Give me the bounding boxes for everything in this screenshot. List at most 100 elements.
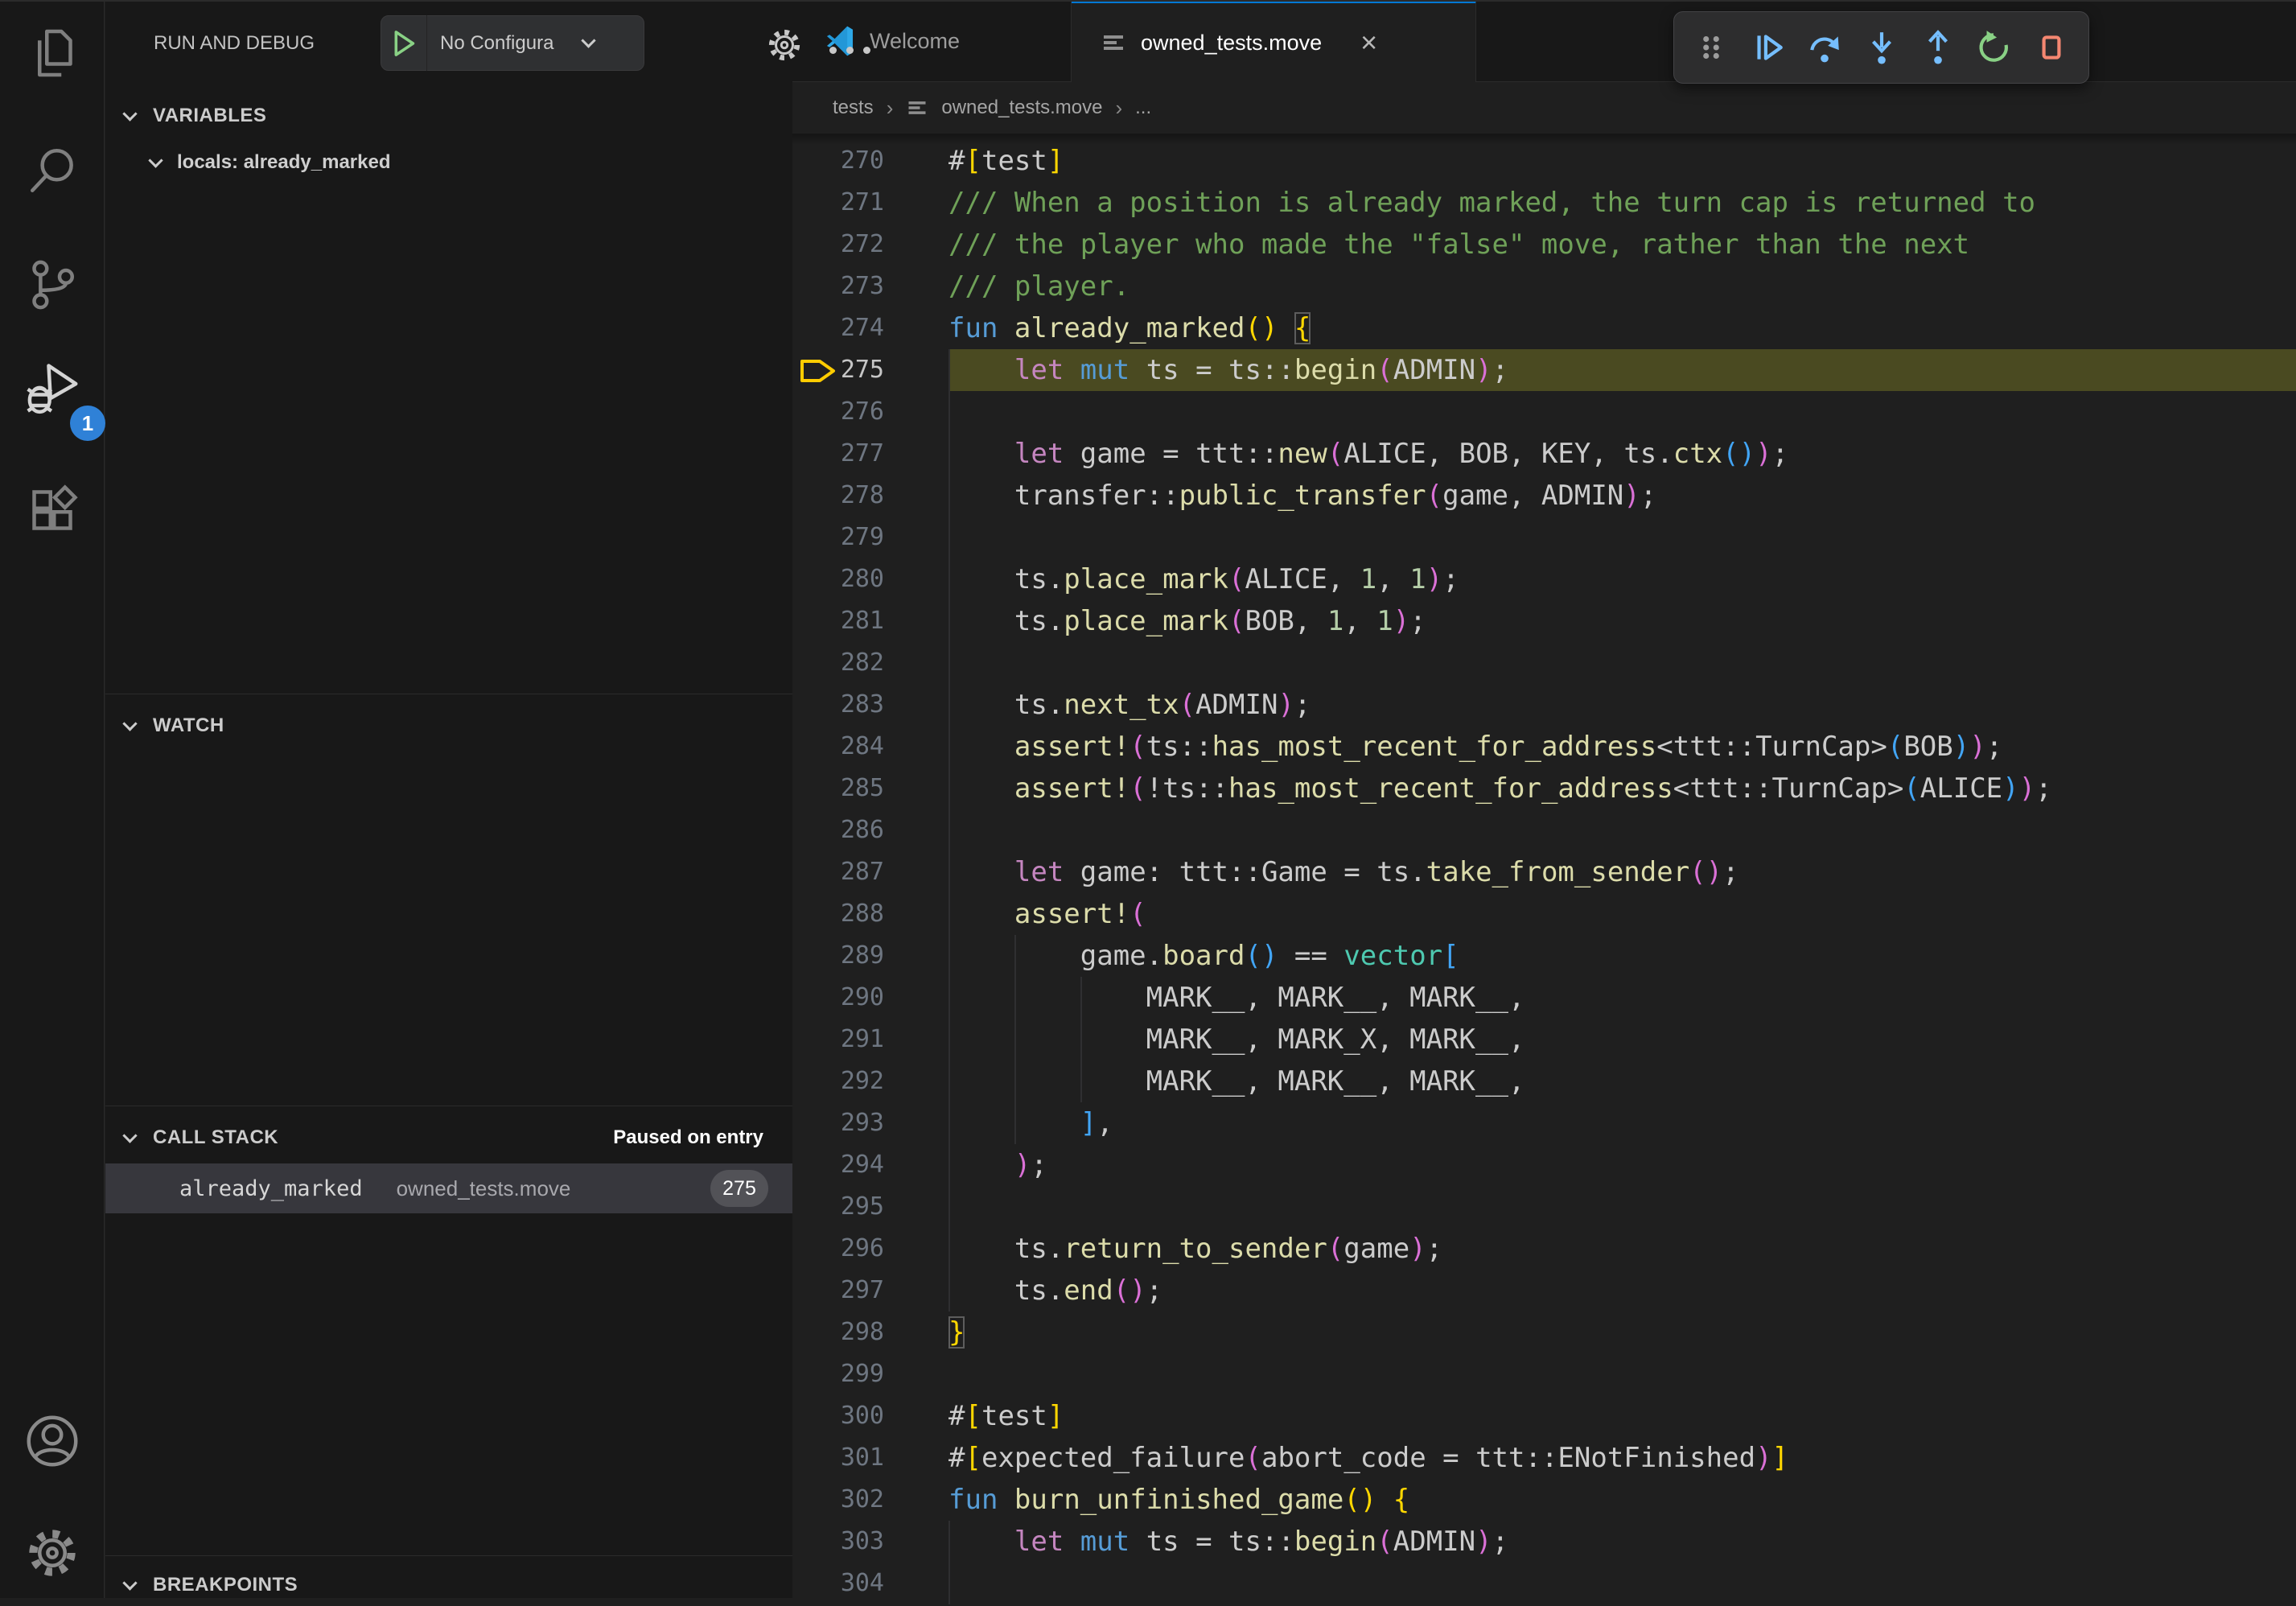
step-over-button[interactable] <box>1804 27 1845 68</box>
line-number[interactable]: 281 <box>792 600 884 642</box>
restart-button[interactable] <box>1975 27 2015 68</box>
code-editor[interactable]: 270#[test]271/// When a position is alre… <box>792 140 2296 1604</box>
run-and-debug-icon[interactable]: 1 <box>23 362 81 420</box>
code-line[interactable]: 275 let mut ts = ts::begin(ADMIN); <box>792 349 2296 391</box>
code-line[interactable]: 279 <box>792 517 2296 558</box>
step-out-button[interactable] <box>1918 27 1958 68</box>
code-line[interactable]: 276 <box>792 391 2296 433</box>
code-line[interactable]: 300#[test] <box>792 1395 2296 1437</box>
start-debug-button[interactable]: No Configura <box>381 15 644 71</box>
source-control-icon[interactable] <box>23 256 81 314</box>
line-number[interactable]: 282 <box>792 642 884 684</box>
code-line[interactable]: 297 ts.end(); <box>792 1270 2296 1312</box>
line-number[interactable]: 286 <box>792 809 884 851</box>
stack-frame-row[interactable]: already_marked owned_tests.move 275 <box>105 1163 792 1213</box>
search-icon[interactable] <box>23 142 81 200</box>
code-line[interactable]: 272/// the player who made the "false" m… <box>792 224 2296 266</box>
code-line[interactable]: 277 let game = ttt::new(ALICE, BOB, KEY,… <box>792 433 2296 475</box>
code-line[interactable]: 292 MARK__, MARK__, MARK__, <box>792 1060 2296 1102</box>
line-number[interactable]: 279 <box>792 517 884 558</box>
code-line[interactable]: 274fun already_marked() { <box>792 307 2296 349</box>
line-number[interactable]: 284 <box>792 726 884 768</box>
line-number[interactable]: 295 <box>792 1186 884 1228</box>
tab-owned-tests[interactable]: owned_tests.move × <box>1072 0 1476 82</box>
watch-section-header[interactable]: WATCH <box>105 705 792 747</box>
launch-settings-gear-icon[interactable] <box>765 26 804 64</box>
variables-section-header[interactable]: VARIABLES <box>105 95 792 137</box>
call-stack-section-header[interactable]: CALL STACK Paused on entry <box>105 1117 792 1159</box>
line-number[interactable]: 272 <box>792 224 884 266</box>
code-line[interactable]: 296 ts.return_to_sender(game); <box>792 1228 2296 1270</box>
account-icon[interactable] <box>23 1412 81 1470</box>
code-line[interactable]: 270#[test] <box>792 140 2296 182</box>
line-number[interactable]: 297 <box>792 1270 884 1312</box>
line-number[interactable]: 288 <box>792 893 884 935</box>
code-line[interactable]: 283 ts.next_tx(ADMIN); <box>792 684 2296 726</box>
code-line[interactable]: 282 <box>792 642 2296 684</box>
line-number[interactable]: 287 <box>792 851 884 893</box>
code-line[interactable]: 295 <box>792 1186 2296 1228</box>
explorer-icon[interactable] <box>23 24 81 82</box>
line-number[interactable]: 278 <box>792 475 884 517</box>
breadcrumb-symbol[interactable]: ... <box>1135 97 1151 119</box>
code-line[interactable]: 289 game.board() == vector[ <box>792 935 2296 977</box>
line-number[interactable]: 304 <box>792 1563 884 1604</box>
code-line[interactable]: 299 <box>792 1353 2296 1395</box>
locals-scope-row[interactable]: locals: already_marked <box>105 142 792 183</box>
line-number[interactable]: 292 <box>792 1060 884 1102</box>
breadcrumb-folder[interactable]: tests <box>833 97 874 119</box>
stop-button[interactable] <box>2031 27 2072 68</box>
code-line[interactable]: 298} <box>792 1312 2296 1353</box>
code-line[interactable]: 291 MARK__, MARK_X, MARK__, <box>792 1019 2296 1060</box>
line-number[interactable]: 289 <box>792 935 884 977</box>
code-line[interactable]: 278 transfer::public_transfer(game, ADMI… <box>792 475 2296 517</box>
code-line[interactable]: 271/// When a position is already marked… <box>792 182 2296 224</box>
line-number[interactable]: 303 <box>792 1521 884 1563</box>
line-number[interactable]: 290 <box>792 977 884 1019</box>
line-number[interactable]: 273 <box>792 266 884 307</box>
code-line[interactable]: 288 assert!( <box>792 893 2296 935</box>
line-number[interactable]: 294 <box>792 1144 884 1186</box>
code-line[interactable]: 294 ); <box>792 1144 2296 1186</box>
code-line[interactable]: 281 ts.place_mark(BOB, 1, 1); <box>792 600 2296 642</box>
line-number[interactable]: 298 <box>792 1312 884 1353</box>
code-line[interactable]: 301#[expected_failure(abort_code = ttt::… <box>792 1437 2296 1479</box>
step-into-button[interactable] <box>1862 27 1902 68</box>
code-line[interactable]: 273/// player. <box>792 266 2296 307</box>
code-line[interactable]: 280 ts.place_mark(ALICE, 1, 1); <box>792 558 2296 600</box>
breadcrumb-file[interactable]: owned_tests.move <box>941 97 1102 119</box>
line-number[interactable]: 283 <box>792 684 884 726</box>
extensions-icon[interactable] <box>23 481 81 539</box>
line-number[interactable]: 276 <box>792 391 884 433</box>
code-line[interactable]: 304 <box>792 1563 2296 1604</box>
line-number[interactable]: 285 <box>792 768 884 809</box>
code-line[interactable]: 285 assert!(!ts::has_most_recent_for_add… <box>792 768 2296 809</box>
chevron-down-icon[interactable] <box>581 33 595 47</box>
line-number[interactable]: 296 <box>792 1228 884 1270</box>
settings-gear-icon[interactable] <box>23 1524 81 1582</box>
start-play-icon[interactable] <box>381 26 426 61</box>
more-actions-icon[interactable] <box>829 47 870 54</box>
code-line[interactable]: 286 <box>792 809 2296 851</box>
code-line[interactable]: 284 assert!(ts::has_most_recent_for_addr… <box>792 726 2296 768</box>
line-number[interactable]: 277 <box>792 433 884 475</box>
close-tab-icon[interactable]: × <box>1360 28 1377 57</box>
code-line[interactable]: 287 let game: ttt::Game = ts.take_from_s… <box>792 851 2296 893</box>
line-number[interactable]: 274 <box>792 307 884 349</box>
line-number[interactable]: 280 <box>792 558 884 600</box>
line-number[interactable]: 271 <box>792 182 884 224</box>
config-dropdown-label[interactable]: No Configura <box>440 32 578 55</box>
line-number[interactable]: 302 <box>792 1479 884 1521</box>
tab-welcome[interactable]: Welcome <box>792 0 1072 82</box>
breakpoints-section-header[interactable]: BREAKPOINTS <box>105 1564 792 1606</box>
code-line[interactable]: 303 let mut ts = ts::begin(ADMIN); <box>792 1521 2296 1563</box>
code-line[interactable]: 293 ], <box>792 1102 2296 1144</box>
toolbar-drag-handle[interactable] <box>1691 27 1731 68</box>
line-number[interactable]: 299 <box>792 1353 884 1395</box>
line-number[interactable]: 293 <box>792 1102 884 1144</box>
continue-button[interactable] <box>1747 27 1788 68</box>
line-number[interactable]: 301 <box>792 1437 884 1479</box>
line-number[interactable]: 291 <box>792 1019 884 1060</box>
line-number[interactable]: 270 <box>792 140 884 182</box>
code-line[interactable]: 290 MARK__, MARK__, MARK__, <box>792 977 2296 1019</box>
